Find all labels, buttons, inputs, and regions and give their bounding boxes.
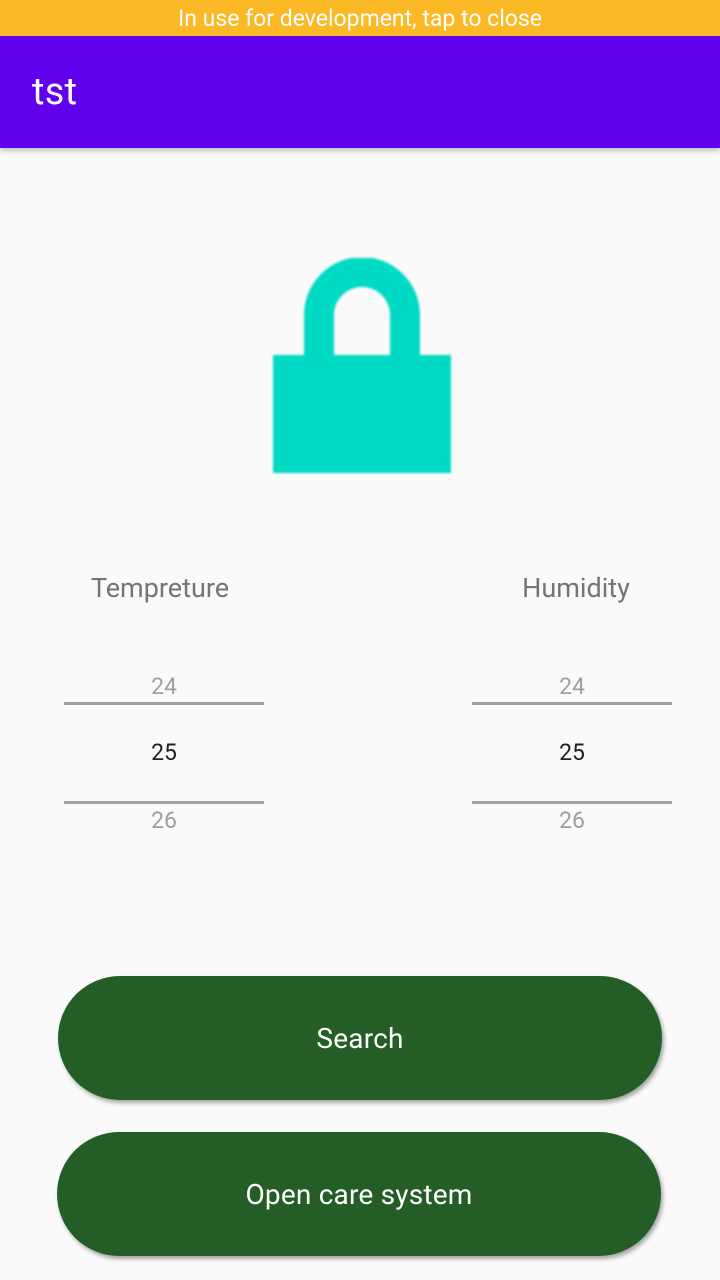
humidity-next-value[interactable]: 26 bbox=[472, 807, 672, 834]
temperature-label: Tempreture bbox=[90, 572, 230, 604]
dev-mode-banner[interactable]: In use for development, tap to close bbox=[0, 0, 720, 36]
picker-divider bbox=[64, 801, 264, 804]
temperature-prev-value[interactable]: 24 bbox=[64, 673, 264, 700]
app-title: tst bbox=[32, 70, 78, 114]
humidity-picker[interactable]: 24 25 26 bbox=[472, 665, 672, 845]
app-bar: tst bbox=[0, 36, 720, 148]
humidity-label: Humidity bbox=[522, 572, 630, 604]
temperature-next-value[interactable]: 26 bbox=[64, 807, 264, 834]
temperature-picker[interactable]: 24 25 26 bbox=[64, 665, 264, 845]
picker-divider bbox=[64, 702, 264, 705]
open-care-system-button[interactable]: Open care system bbox=[57, 1132, 661, 1256]
picker-divider bbox=[472, 702, 672, 705]
picker-divider bbox=[472, 801, 672, 804]
search-button[interactable]: Search bbox=[58, 976, 662, 1100]
humidity-prev-value[interactable]: 24 bbox=[472, 673, 672, 700]
temperature-current-value[interactable]: 25 bbox=[64, 739, 264, 766]
humidity-current-value[interactable]: 25 bbox=[472, 739, 672, 766]
lock-icon bbox=[272, 258, 452, 474]
